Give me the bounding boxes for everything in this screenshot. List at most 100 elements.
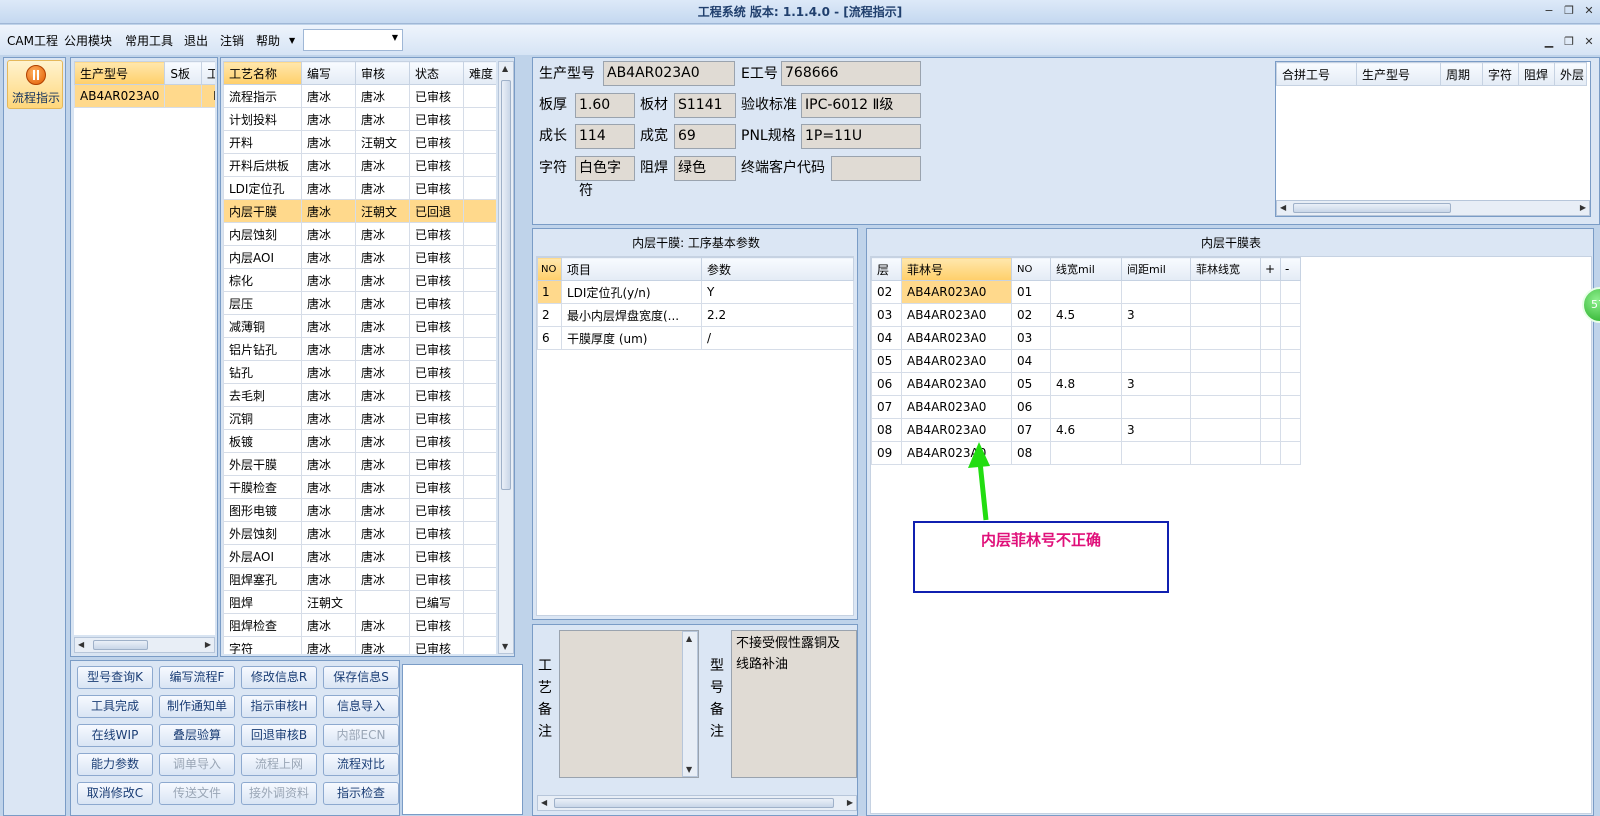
col-header-period[interactable]: 周期 xyxy=(1440,62,1483,86)
table-row[interactable]: 外层AOI 唐冰 唐冰 已审核 xyxy=(223,544,496,568)
mdi-restore-button[interactable]: ❐ xyxy=(1560,34,1578,50)
info-import-button[interactable]: 信息导入 xyxy=(323,695,399,718)
online-wip-button[interactable]: 在线WIP xyxy=(77,724,153,747)
plus-cell[interactable] xyxy=(1260,418,1281,442)
tool-complete-button[interactable]: 工具完成 xyxy=(77,695,153,718)
col-header-char[interactable]: 字符 xyxy=(1482,62,1519,86)
col-header-difficulty[interactable]: 难度 xyxy=(463,61,496,85)
line-width-cell[interactable] xyxy=(1050,395,1122,419)
line-width-cell[interactable] xyxy=(1050,280,1122,304)
menu-exit[interactable]: 退出 xyxy=(184,32,208,49)
internal-ecn-button[interactable]: 内部ECN xyxy=(323,724,399,747)
table-row[interactable]: 计划投料 唐冰 唐冰 已审核 xyxy=(223,107,496,131)
minus-cell[interactable] xyxy=(1280,349,1301,373)
rollback-review-button[interactable]: 回退审核B xyxy=(241,724,317,747)
minimize-button[interactable]: − xyxy=(1540,3,1558,19)
table-row[interactable]: 外层干膜 唐冰 唐冰 已审核 xyxy=(223,452,496,476)
col-header-line-width[interactable]: 线宽mil xyxy=(1050,257,1122,281)
col-header-film-no[interactable]: 菲林号 xyxy=(901,257,1012,281)
table-row[interactable]: 阻焊 汪朝文 已编写 xyxy=(223,590,496,614)
line-width-cell[interactable] xyxy=(1050,441,1122,465)
table-row[interactable]: 去毛刺 唐冰 唐冰 已审核 xyxy=(223,383,496,407)
process-table-vscroll[interactable]: ▲ ▼ xyxy=(498,61,514,654)
menu-logout[interactable]: 注销 xyxy=(220,32,244,49)
model-query-button[interactable]: 型号查询K xyxy=(77,666,153,689)
flow-indicator-button[interactable]: 流程指示 xyxy=(7,60,63,109)
col-header-reviewer[interactable]: 审核 xyxy=(355,61,410,85)
param-value-cell[interactable]: / xyxy=(701,326,854,350)
process-remark-field[interactable]: ▲ ▼ xyxy=(559,630,699,778)
line-width-cell[interactable]: 4.8 xyxy=(1050,372,1122,396)
add-column-button[interactable]: + xyxy=(1260,257,1281,281)
minus-cell[interactable] xyxy=(1280,441,1301,465)
maximize-button[interactable]: ❐ xyxy=(1560,3,1578,19)
spacing-cell[interactable] xyxy=(1121,280,1191,304)
minus-cell[interactable] xyxy=(1280,418,1301,442)
film-line-width-cell[interactable] xyxy=(1190,441,1261,465)
table-row[interactable]: 层压 唐冰 唐冰 已审核 xyxy=(223,291,496,315)
table-row[interactable]: 开料后烘板 唐冰 唐冰 已审核 xyxy=(223,153,496,177)
table-row[interactable]: 6 干膜厚度 (um) / xyxy=(537,326,854,350)
table-row[interactable]: 05 AB4AR023A0 04 xyxy=(871,349,1301,373)
prod-model-field[interactable]: AB4AR023A0 xyxy=(603,61,735,86)
instruction-review-button[interactable]: 指示审核H xyxy=(241,695,317,718)
thickness-field[interactable]: 1.60 xyxy=(575,93,635,118)
spacing-cell[interactable] xyxy=(1121,326,1191,350)
plus-cell[interactable] xyxy=(1260,303,1281,327)
col-header-no[interactable]: NO xyxy=(1011,257,1051,281)
col-header-mask[interactable]: 阻焊 xyxy=(1518,62,1555,86)
col-header-status[interactable]: 状态 xyxy=(409,61,464,85)
col-header-process-name[interactable]: 工艺名称 xyxy=(223,61,302,85)
plus-cell[interactable] xyxy=(1260,280,1281,304)
mdi-minimize-button[interactable]: ▁ xyxy=(1540,34,1558,50)
make-notice-button[interactable]: 制作通知单 xyxy=(159,695,235,718)
col-header-product-model[interactable]: 生产型号 xyxy=(74,61,166,85)
film-line-width-cell[interactable] xyxy=(1190,303,1261,327)
table-row[interactable]: 内层蚀刻 唐冰 唐冰 已审核 xyxy=(223,222,496,246)
menu-help[interactable]: 帮助 xyxy=(256,32,280,49)
film-line-width-cell[interactable] xyxy=(1190,372,1261,396)
model-remark-field[interactable]: 不接受假性露铜及线路补油 xyxy=(731,630,857,778)
instruction-check-button[interactable]: 指示检查 xyxy=(323,782,399,805)
table-row[interactable]: 沉铜 唐冰 唐冰 已审核 xyxy=(223,406,496,430)
table-row[interactable]: 流程指示 唐冰 唐冰 已审核 xyxy=(223,84,496,108)
menu-cam[interactable]: CAM工程 xyxy=(7,32,58,49)
table-row[interactable]: 干膜检查 唐冰 唐冰 已审核 xyxy=(223,475,496,499)
modify-info-button[interactable]: 修改信息R xyxy=(241,666,317,689)
spacing-cell[interactable]: 3 xyxy=(1121,372,1191,396)
table-row[interactable]: 04 AB4AR023A0 03 xyxy=(871,326,1301,350)
width-field[interactable]: 69 xyxy=(674,124,736,149)
table-row[interactable]: 09 AB4AR023A0 08 xyxy=(871,441,1301,465)
table-row[interactable]: 2 最小内层焊盘宽度(... 2.2 xyxy=(537,303,854,327)
merge-table-hscroll[interactable]: ◀ ▶ xyxy=(1276,200,1590,216)
char-field[interactable]: 白色字符 xyxy=(575,156,635,199)
table-row[interactable]: 板镀 唐冰 唐冰 已审核 xyxy=(223,429,496,453)
col-header-film-line-width[interactable]: 菲林线宽 xyxy=(1190,257,1261,281)
flow-upload-button[interactable]: 流程上网 xyxy=(241,753,317,776)
table-row[interactable]: 内层干膜 唐冰 汪朝文 已回退 xyxy=(223,199,496,223)
menu-dropdown-icon[interactable]: ▼ xyxy=(289,36,295,45)
line-width-cell[interactable]: 4.6 xyxy=(1050,418,1122,442)
table-row[interactable]: 钻孔 唐冰 唐冰 已审核 xyxy=(223,360,496,384)
col-header-s-board[interactable]: S板 xyxy=(164,61,202,85)
plus-cell[interactable] xyxy=(1260,372,1281,396)
table-row[interactable]: AB4AR023A0 P2 xyxy=(74,84,215,108)
material-field[interactable]: S1141 xyxy=(674,93,736,118)
table-row[interactable]: 06 AB4AR023A0 05 4.8 3 xyxy=(871,372,1301,396)
col-header-outer[interactable]: 外层 xyxy=(1554,62,1587,86)
stack-check-button[interactable]: 叠层验算 xyxy=(159,724,235,747)
flow-compare-button[interactable]: 流程对比 xyxy=(323,753,399,776)
line-width-cell[interactable] xyxy=(1050,326,1122,350)
film-line-width-cell[interactable] xyxy=(1190,280,1261,304)
table-row[interactable]: 外层蚀刻 唐冰 唐冰 已审核 xyxy=(223,521,496,545)
process-remark-vscroll[interactable]: ▲ ▼ xyxy=(682,631,698,777)
col-header-spacing[interactable]: 间距mil xyxy=(1121,257,1191,281)
minus-cell[interactable] xyxy=(1280,280,1301,304)
spacing-cell[interactable] xyxy=(1121,395,1191,419)
scroll-thumb[interactable] xyxy=(1293,203,1451,213)
table-row[interactable]: 图形电镀 唐冰 唐冰 已审核 xyxy=(223,498,496,522)
receive-external-button[interactable]: 接外调资料 xyxy=(241,782,317,805)
product-list-hscroll[interactable]: ◀ ▶ xyxy=(74,637,215,653)
cancel-modify-button[interactable]: 取消修改C xyxy=(77,782,153,805)
plus-cell[interactable] xyxy=(1260,349,1281,373)
